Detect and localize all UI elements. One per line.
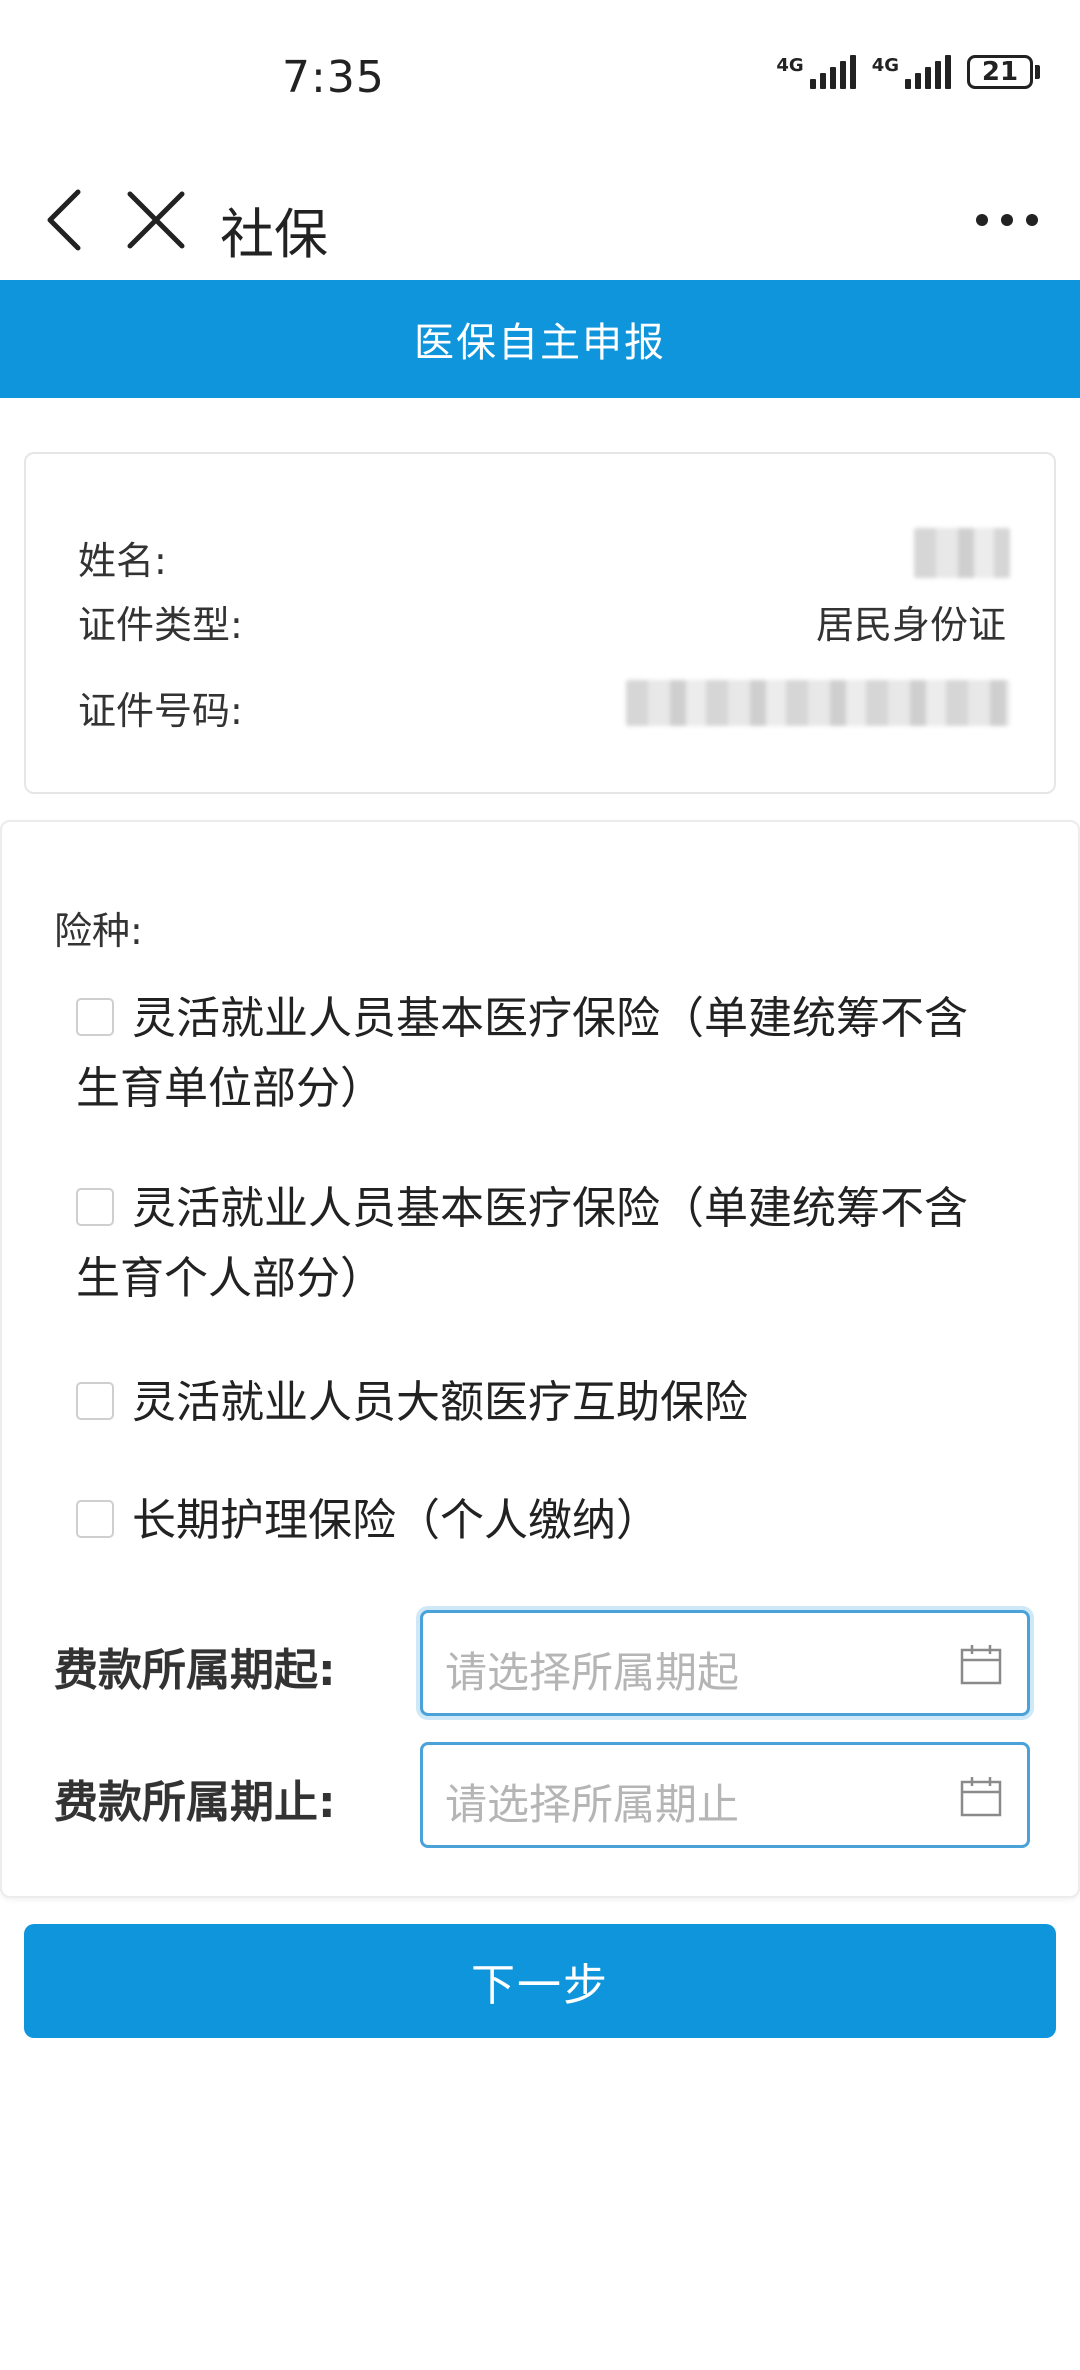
checkbox[interactable] [76, 1500, 114, 1538]
period-start-label: 费款所属期起: [54, 1645, 336, 1696]
name-label: 姓名: [78, 539, 167, 583]
page-header: 医保自主申报 [0, 280, 1080, 398]
back-button[interactable] [30, 182, 106, 258]
period-end-placeholder: 请选择所属期止 [445, 1780, 740, 1829]
signal-icon: 4G [776, 55, 856, 89]
name-value-redacted [914, 528, 1010, 578]
insurance-option-label: 灵活就业人员大额医疗互助保险 [132, 1377, 748, 1428]
id-type-label: 证件类型: [78, 603, 243, 647]
period-end-input[interactable]: 请选择所属期止 [420, 1742, 1030, 1848]
nav-bar: 社保 [0, 160, 1080, 280]
signal-bars-icon [809, 55, 856, 89]
checkbox[interactable] [76, 1188, 114, 1226]
insurance-option[interactable]: 灵活就业人员基本医疗保险（单建统筹不含生育单位部分） [76, 984, 976, 1124]
battery-icon: 21 [967, 55, 1040, 89]
more-button[interactable] [972, 192, 1042, 248]
period-end-label: 费款所属期止: [54, 1777, 336, 1828]
id-number-label: 证件号码: [78, 689, 243, 733]
insurance-option[interactable]: 灵活就业人员大额医疗互助保险 [76, 1368, 976, 1438]
status-time: 7:35 [282, 52, 385, 103]
network-type-label: 4G [776, 55, 804, 76]
id-number-value-redacted [626, 680, 1010, 726]
id-type-value: 居民身份证 [815, 603, 1006, 647]
signal-icon: 4G [872, 55, 951, 89]
battery-tip [1035, 65, 1040, 79]
status-bar: 7:35 4G 4G 21 [0, 0, 1080, 160]
checkbox[interactable] [76, 1382, 114, 1420]
period-start-placeholder: 请选择所属期起 [445, 1648, 740, 1697]
checkbox[interactable] [76, 998, 114, 1036]
next-step-button[interactable]: 下一步 [24, 1924, 1056, 2038]
personal-info-card: 姓名: 证件类型: 居民身份证 证件号码: [24, 452, 1056, 794]
insurance-option-label: 灵活就业人员基本医疗保险（单建统筹不含生育单位部分） [76, 993, 968, 1114]
period-start-input[interactable]: 请选择所属期起 [420, 1610, 1030, 1716]
insurance-option-label: 灵活就业人员基本医疗保险（单建统筹不含生育个人部分） [76, 1183, 968, 1304]
network-type-label: 4G [871, 55, 899, 76]
chevron-left-icon [47, 189, 81, 251]
more-dots-icon [976, 214, 1038, 226]
period-start-row: 费款所属期起: 请选择所属期起 [54, 1610, 1034, 1718]
status-icons: 4G 4G 21 [776, 55, 1040, 89]
declaration-form: 险种: 灵活就业人员基本医疗保险（单建统筹不含生育单位部分） 灵活就业人员基本医… [0, 820, 1080, 1898]
nav-title: 社保 [220, 203, 328, 266]
calendar-icon[interactable] [959, 1643, 1003, 1687]
insurance-option[interactable]: 灵活就业人员基本医疗保险（单建统筹不含生育个人部分） [76, 1174, 976, 1314]
insurance-option-label: 长期护理保险（个人缴纳） [132, 1495, 660, 1546]
battery-level: 21 [967, 55, 1033, 89]
period-end-row: 费款所属期止: 请选择所属期止 [54, 1742, 1034, 1850]
close-icon [127, 191, 185, 249]
insurance-type-label: 险种: [54, 909, 143, 953]
close-button[interactable] [118, 182, 194, 258]
insurance-option[interactable]: 长期护理保险（个人缴纳） [76, 1486, 976, 1556]
signal-bars-icon [905, 55, 951, 89]
calendar-icon[interactable] [959, 1775, 1003, 1819]
